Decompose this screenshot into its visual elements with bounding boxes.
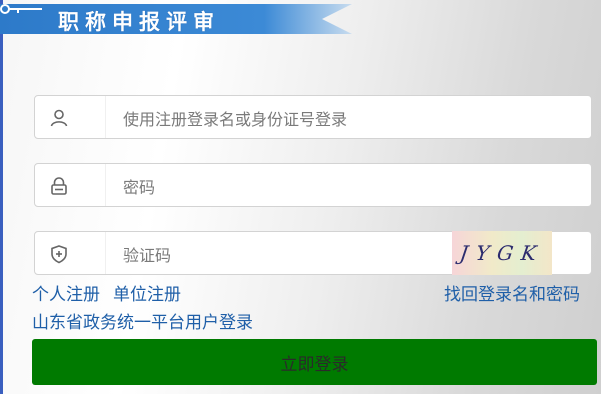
unit-register-link[interactable]: 单位注册: [113, 280, 181, 305]
user-icon: [50, 109, 68, 127]
password-field[interactable]: [34, 163, 592, 207]
username-input[interactable]: [121, 105, 455, 133]
field-divider: [105, 96, 106, 138]
login-button[interactable]: 立即登录: [32, 339, 597, 385]
password-input[interactable]: [121, 173, 455, 201]
captcha-image[interactable]: JYGK: [452, 231, 552, 275]
page-banner: 职称申报评审: [0, 4, 352, 34]
captcha-code: JYGK: [458, 241, 546, 265]
recover-account-link[interactable]: 找回登录名和密码: [444, 280, 580, 305]
key-icon: [0, 4, 42, 14]
field-divider: [105, 232, 106, 274]
lock-icon: [51, 177, 67, 195]
field-divider: [105, 164, 106, 206]
username-field[interactable]: [34, 95, 592, 139]
banner-title: 职称申报评审: [58, 10, 220, 34]
left-edge-bar: [0, 0, 3, 394]
shield-plus-icon: [51, 245, 67, 264]
personal-register-link[interactable]: 个人注册: [32, 280, 100, 305]
captcha-input[interactable]: [121, 241, 455, 269]
gov-platform-login-link[interactable]: 山东省政务统一平台用户登录: [32, 308, 253, 333]
